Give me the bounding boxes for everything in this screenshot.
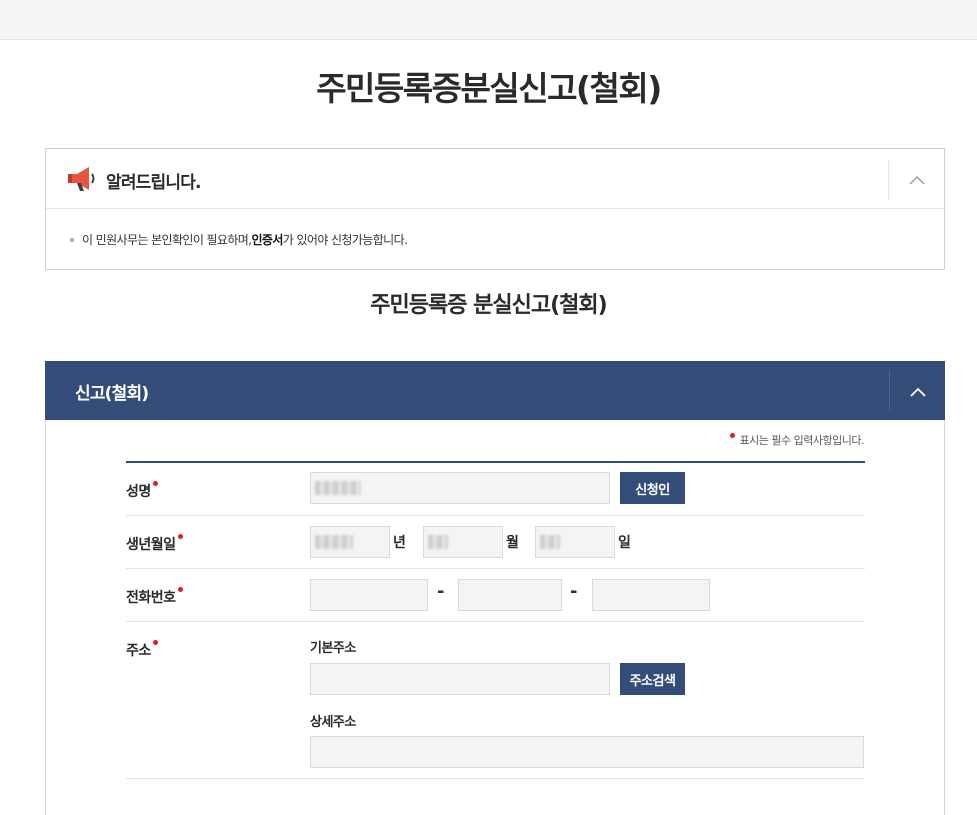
notice-collapse-button[interactable] <box>888 159 944 199</box>
phone-part1-input[interactable] <box>310 579 428 611</box>
birth-day-input[interactable] <box>535 526 615 558</box>
phone-label: 전화번호 <box>126 587 183 607</box>
required-note-text: 표시는 필수 입력사항입니다. <box>739 434 865 447</box>
name-label: 성명 <box>126 481 158 501</box>
page-title: 주민등록증분실신고(철회) <box>316 69 662 108</box>
phone-part2-input[interactable] <box>458 579 562 611</box>
name-input[interactable] <box>310 472 610 504</box>
form-row-address: 주소 기본주소 주소검색 상세주소 <box>126 622 865 779</box>
detail-address-label: 상세주소 <box>310 715 356 730</box>
address-search-button[interactable]: 주소검색 <box>620 663 685 695</box>
bullet-icon <box>70 237 74 242</box>
required-dot-icon <box>152 640 158 645</box>
applicant-button[interactable]: 신청인 <box>620 472 685 504</box>
month-unit: 월 <box>506 535 519 551</box>
basic-address-label: 기본주소 <box>310 641 356 656</box>
report-form: 성명 신청인 생년월일 년 월 일 전화번호 - - 주소 기본주소 주소검색 … <box>126 461 865 779</box>
phone-part3-input[interactable] <box>592 579 710 611</box>
required-dot-icon <box>177 587 183 592</box>
basic-address-input[interactable] <box>310 663 610 695</box>
panel-title: 신고(철회) <box>75 384 149 404</box>
form-row-name: 성명 신청인 <box>126 463 865 516</box>
chevron-up-icon <box>909 170 925 189</box>
notice-box: 알려드립니다. 이 민원사무는 본인확인이 필요하며, 인증서 가 있어야 신청가… <box>45 148 945 270</box>
section-subtitle: 주민등록증 분실신고(철회) <box>370 293 607 318</box>
redacted-value <box>540 535 560 549</box>
required-dot-icon <box>177 534 183 539</box>
notice-text-bold: 인증서 <box>251 233 283 247</box>
megaphone-icon <box>66 165 98 193</box>
redacted-value <box>315 481 361 495</box>
form-row-phone: 전화번호 - - <box>126 569 865 622</box>
year-unit: 년 <box>393 535 406 551</box>
top-bar <box>0 0 977 40</box>
report-panel: 신고(철회) 표시는 필수 입력사항입니다. 성명 신청인 생년월일 년 월 일… <box>45 361 945 815</box>
birth-label: 생년월일 <box>126 534 183 554</box>
notice-text: 이 민원사무는 본인확인이 필요하며, 인증서 가 있어야 신청가능합니다. <box>70 231 408 248</box>
birth-month-input[interactable] <box>423 526 503 558</box>
required-dot-icon <box>152 481 158 486</box>
notice-title: 알려드립니다. <box>106 173 202 193</box>
required-dot-icon <box>729 433 735 438</box>
form-row-birth: 생년월일 년 월 일 <box>126 516 865 569</box>
birth-year-input[interactable] <box>310 526 390 558</box>
detail-address-input[interactable] <box>310 736 864 768</box>
redacted-value <box>428 535 448 549</box>
chevron-up-icon <box>909 382 926 401</box>
notice-header: 알려드립니다. <box>46 149 944 209</box>
address-label: 주소 <box>126 640 158 660</box>
day-unit: 일 <box>618 535 631 551</box>
panel-collapse-button[interactable] <box>889 371 945 411</box>
notice-text-after: 가 있어야 신청가능합니다. <box>282 233 408 247</box>
panel-header: 신고(철회) <box>45 361 945 420</box>
phone-separator: - <box>437 581 445 602</box>
required-note: 표시는 필수 입력사항입니다. <box>729 432 865 448</box>
redacted-value <box>315 535 353 549</box>
phone-separator: - <box>570 581 578 602</box>
notice-text-before: 이 민원사무는 본인확인이 필요하며, <box>82 233 252 247</box>
